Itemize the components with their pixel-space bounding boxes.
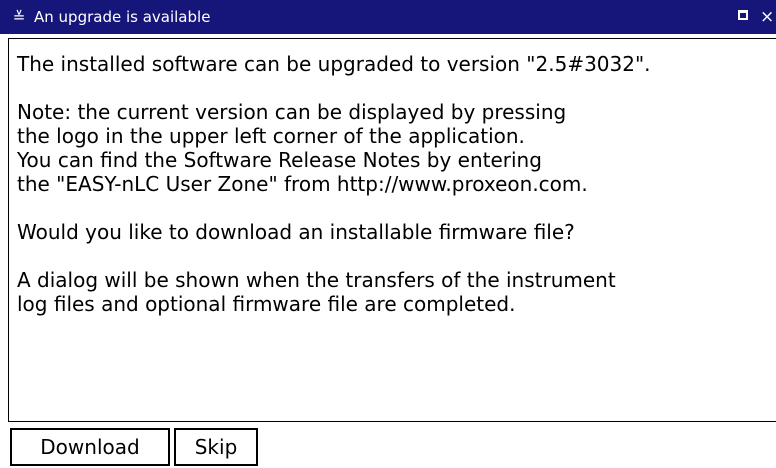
close-icon[interactable]: × xyxy=(760,0,774,34)
message-line-release-notes: You can find the Software Release Notes … xyxy=(17,148,542,172)
title-bar[interactable]: ≚ An upgrade is available × xyxy=(0,0,776,34)
message-line-logo: the logo in the upper left corner of the… xyxy=(17,124,525,148)
message-line-dialog-info: A dialog will be shown when the transfer… xyxy=(17,268,616,292)
message-line-log-files: log files and optional firmware file are… xyxy=(17,292,516,316)
message-panel: The installed software can be upgraded t… xyxy=(8,38,776,422)
message-line-note: Note: the current version can be display… xyxy=(17,100,567,124)
message-line-version: The installed software can be upgraded t… xyxy=(17,52,651,76)
message-line-question: Would you like to download an installabl… xyxy=(17,220,575,244)
upgrade-dialog: ≚ An upgrade is available × The installe… xyxy=(0,0,776,468)
window-menu-icon[interactable]: ≚ xyxy=(10,0,28,34)
button-bar: Download Skip xyxy=(8,428,776,468)
download-button[interactable]: Download xyxy=(10,428,170,466)
maximize-icon[interactable] xyxy=(738,10,748,20)
skip-button[interactable]: Skip xyxy=(174,428,258,466)
window-title: An upgrade is available xyxy=(34,8,211,26)
message-line-user-zone: the "EASY-nLC User Zone" from http://www… xyxy=(17,172,588,196)
